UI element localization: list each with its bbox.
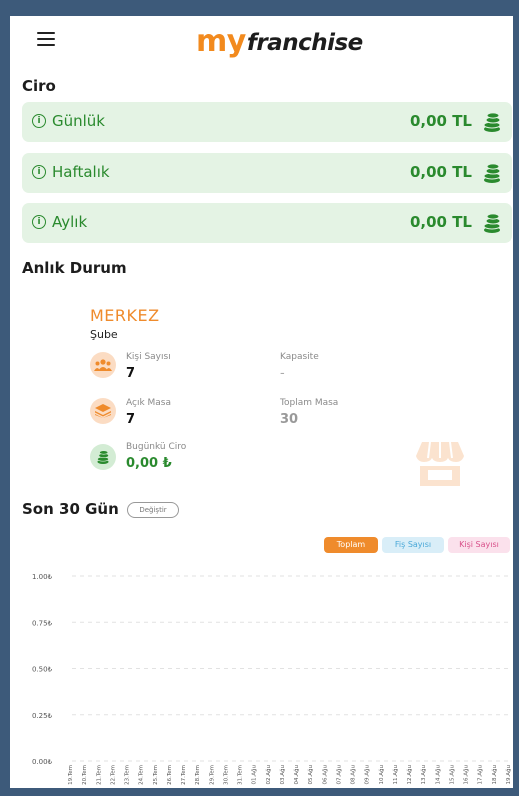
total-tables-value: 30	[280, 412, 299, 427]
y-tick-label: 0.25₺	[32, 712, 53, 720]
x-tick-label: 15.Ağu	[448, 765, 455, 785]
y-tick-label: 1.00₺	[32, 573, 53, 581]
x-tick-label: 14.Ağu	[434, 765, 441, 785]
ciro-weekly-label: Haftalık	[52, 163, 110, 181]
x-tick-label: 19.Ağu	[505, 765, 512, 785]
x-tick-label: 19.Tem	[68, 765, 74, 785]
x-tick-label: 17.Ağu	[477, 765, 484, 785]
logo-my: my	[196, 24, 246, 59]
x-tick-label: 20.Tem	[82, 765, 88, 785]
info-icon[interactable]: i	[32, 215, 46, 229]
x-tick-label: 18.Ağu	[491, 765, 498, 785]
y-tick-label: 0.75₺	[32, 619, 53, 627]
x-tick-label: 24.Tem	[139, 765, 145, 785]
ciro-monthly-label: Aylık	[52, 213, 88, 231]
today-revenue-value: 0,00 ₺	[126, 456, 172, 471]
branch-status-panel: MERKEZ Şube Kişi Sayısı 7 Kapasite - Açı…	[80, 306, 510, 486]
capacity-value: -	[280, 366, 285, 381]
last30-chart: 1.00₺ 0.75₺ 0.50₺ 0.25₺ 0.00₺ 19.Tem 20.Tem 21.…	[32, 573, 512, 785]
layers-icon	[90, 398, 116, 424]
coins-icon	[90, 444, 116, 470]
total-tables-label: Toplam Masa	[280, 398, 339, 408]
legend-total-button[interactable]: Toplam	[324, 537, 378, 553]
x-tick-label: 10.Ağu	[378, 765, 385, 785]
x-tick-label: 27.Tem	[181, 765, 187, 785]
legend-receipt-button[interactable]: Fiş Sayısı	[382, 537, 444, 553]
x-tick-label: 25.Tem	[153, 765, 159, 785]
menu-icon[interactable]	[37, 32, 55, 46]
x-tick-label: 01.Ağu	[251, 765, 258, 785]
today-revenue-label: Bugünkü Ciro	[126, 442, 187, 452]
change-button[interactable]: Değiştir	[127, 502, 179, 518]
x-tick-label: 28.Tem	[195, 765, 201, 785]
x-tick-label: 26.Tem	[167, 765, 173, 785]
x-tick-label: 31.Tem	[238, 765, 244, 785]
x-tick-label: 22.Tem	[110, 765, 116, 785]
x-tick-label: 11.Ağu	[392, 765, 399, 785]
x-tick-label: 13.Ağu	[420, 765, 427, 785]
ciro-weekly-card[interactable]: i Haftalık 0,00 TL	[22, 153, 512, 193]
y-tick-label: 0.50₺	[32, 666, 53, 674]
info-icon[interactable]: i	[32, 165, 46, 179]
x-tick-label: 06.Ağu	[321, 765, 328, 785]
people-count-value: 7	[126, 366, 136, 381]
store-icon	[416, 442, 464, 486]
x-tick-label: 23.Tem	[125, 765, 131, 785]
y-tick-label: 0.00₺	[32, 758, 53, 766]
x-tick-label: 03.Ağu	[279, 765, 286, 785]
people-count-label: Kişi Sayısı	[126, 352, 171, 362]
ciro-monthly-amount: 0,00 TL	[409, 213, 472, 231]
x-tick-label: 02.Ağu	[265, 765, 272, 785]
x-tick-label: 30.Tem	[223, 765, 229, 785]
branch-name: MERKEZ	[90, 306, 160, 325]
app-logo: my franchise	[196, 24, 363, 59]
coins-icon	[483, 112, 501, 132]
people-icon	[90, 352, 116, 378]
coins-icon	[483, 213, 501, 233]
ciro-monthly-card[interactable]: i Aylık 0,00 TL	[22, 203, 512, 243]
status-title: Anlık Durum	[22, 259, 127, 277]
capacity-label: Kapasite	[280, 352, 319, 362]
x-tick-label: 07.Ağu	[335, 765, 342, 785]
logo-franchise: franchise	[246, 30, 363, 56]
ciro-daily-card[interactable]: i Günlük 0,00 TL	[22, 102, 512, 142]
x-tick-label: 09.Ağu	[364, 765, 371, 785]
ciro-daily-label: Günlük	[52, 112, 105, 130]
ciro-daily-amount: 0,00 TL	[409, 112, 472, 130]
top-bar: my franchise	[10, 16, 513, 64]
x-tick-label: 29.Tem	[209, 765, 215, 785]
x-tick-label: 04.Ağu	[293, 765, 300, 785]
x-tick-label: 08.Ağu	[350, 765, 357, 785]
coins-icon	[483, 163, 501, 183]
x-tick-label: 16.Ağu	[463, 765, 470, 785]
info-icon[interactable]: i	[32, 114, 46, 128]
open-tables-value: 7	[126, 412, 136, 427]
x-tick-label: 12.Ağu	[406, 765, 413, 785]
ciro-weekly-amount: 0,00 TL	[409, 163, 472, 181]
app-frame: my franchise Ciro i Günlük 0,00 TL i Haf…	[10, 16, 513, 788]
open-tables-label: Açık Masa	[126, 398, 172, 408]
legend-people-button[interactable]: Kişi Sayısı	[448, 537, 510, 553]
branch-type: Şube	[90, 328, 118, 341]
x-tick-label: 21.Tem	[96, 765, 102, 785]
last30-title: Son 30 Gün	[22, 500, 119, 518]
ciro-title: Ciro	[22, 77, 56, 95]
x-tick-label: 05.Ağu	[307, 765, 314, 785]
